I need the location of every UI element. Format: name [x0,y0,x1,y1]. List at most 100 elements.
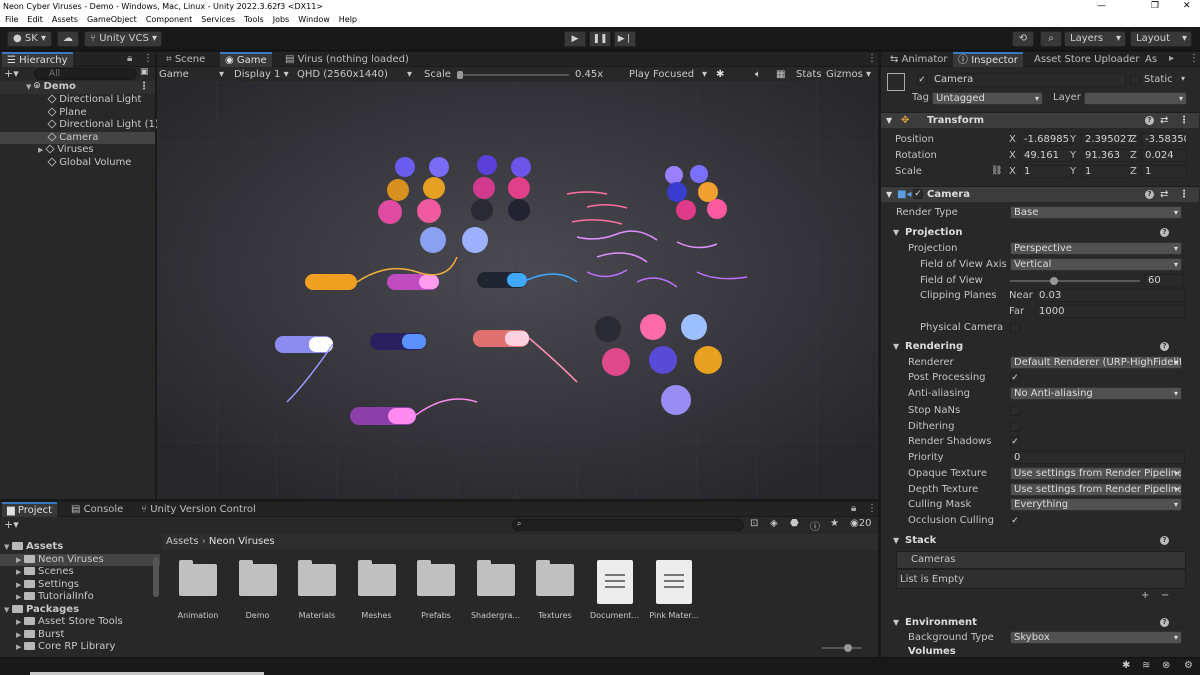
dithering-checkbox[interactable] [1010,422,1020,432]
help-icon[interactable]: ? [1160,342,1169,351]
position-x-field[interactable]: -1.68985 [1020,133,1072,146]
filter-icon[interactable]: ▣ [140,67,149,77]
asset-item[interactable]: Animation [168,560,228,620]
lock-icon[interactable]: 🔒︎ [127,53,132,64]
scale-y-field[interactable]: 1 [1081,165,1133,178]
scale-slider[interactable] [457,71,569,79]
favorite-icon[interactable]: ★ [830,518,839,529]
tab-virus[interactable]: ▤ Virus (nothing loaded) [280,52,414,67]
add-icon[interactable]: +▾ [4,67,19,80]
asset-item[interactable]: Pink Mater... [644,560,704,620]
tab-project[interactable]: ▆ Project [2,502,58,517]
post-processing-checkbox[interactable]: ✓ [1010,373,1020,383]
stats-button[interactable]: Stats [796,67,822,82]
render-shadows-checkbox[interactable]: ✓ [1010,437,1020,447]
opaque-texture-dropdown[interactable]: Use settings from Render Pipeline A [1010,467,1182,480]
hierarchy-item[interactable]: Directional Light [0,94,155,107]
scale-slider-handle[interactable] [457,71,463,79]
asset-item[interactable]: Materials [287,560,347,620]
tab-console[interactable]: ▤ Console [66,502,128,517]
menu-gameobject[interactable]: GameObject [87,13,137,27]
hidden-packages-icon[interactable]: ◉20 [850,518,871,529]
component-menu-icon[interactable]: ⋮ [1179,187,1189,202]
near-field[interactable]: 0.03 [1035,289,1185,302]
projection-section-row[interactable]: ▼ Projection ? [881,225,1199,241]
asset-item[interactable]: Meshes [347,560,407,620]
culling-mask-dropdown[interactable]: Everything [1010,498,1182,511]
add-list-item-icon[interactable]: + [1141,590,1149,601]
stack-status-icon[interactable]: ≋ [1142,660,1150,671]
stack-section-row[interactable]: ▼ Stack ? [881,533,1199,549]
preset-icon[interactable]: ⇄ [1160,113,1168,128]
project-tree-item[interactable]: ▶ TutorialInfo [0,591,160,604]
play-focused-dropdown[interactable]: Play Focused ▾ [629,67,707,82]
hierarchy-item-selected[interactable]: Camera [0,131,155,144]
hierarchy-search-input[interactable]: All [34,68,137,80]
layer-dropdown[interactable] [1084,92,1187,105]
hierarchy-item[interactable]: ▶ Viruses [0,144,155,157]
tab-asset-more[interactable]: As [1140,52,1162,67]
help-icon[interactable]: ? [1145,190,1154,199]
project-tree-item[interactable]: ▶ Burst [0,629,160,642]
tree-scrollbar[interactable] [153,557,159,597]
fov-slider[interactable] [1010,277,1140,285]
lock-icon[interactable]: 🔒︎ [851,503,856,514]
menu-file[interactable]: File [5,13,18,27]
breadcrumb-assets[interactable]: Assets [166,536,199,547]
cloud-icon[interactable]: ☁ [57,31,79,47]
physical-camera-checkbox[interactable] [1010,323,1020,333]
search-type-icon[interactable]: ⊡ [750,518,758,529]
hierarchy-item[interactable]: Directional Light (1) [0,119,159,132]
gizmos-dropdown[interactable]: Gizmos ▾ [826,67,871,82]
remove-list-item-icon[interactable]: − [1161,590,1169,601]
tab-scene[interactable]: ⌗ Scene [161,52,210,67]
menu-window[interactable]: Window [298,13,330,27]
tab-hierarchy[interactable]: ☰ Hierarchy [2,52,73,67]
position-z-field[interactable]: -3.58350 [1141,133,1187,146]
audio-icon[interactable]: 🔈︎ [755,67,761,82]
display-dropdown[interactable]: Display 1 ▾ [234,67,289,82]
rotation-z-field[interactable]: 0.024 [1141,149,1187,162]
occlusion-culling-checkbox[interactable]: ✓ [1010,516,1020,526]
project-tree-item[interactable]: ▶ Neon Viruses [0,553,160,566]
bug-icon[interactable]: ✱ [716,67,724,82]
more-icon[interactable]: ⋮ [867,503,877,514]
history-icon[interactable]: ⟲ [1012,31,1034,47]
help-icon[interactable]: ? [1160,618,1169,627]
tab-scroll-icon[interactable]: ▸ [1169,53,1174,64]
asset-item[interactable]: Textures [525,560,585,620]
renderer-dropdown[interactable]: Default Renderer (URP-HighFidelity [1010,356,1182,369]
grid-icon[interactable]: ▦ [776,67,785,82]
menu-help[interactable]: Help [339,13,357,27]
fov-field[interactable]: 60 [1144,274,1184,287]
object-name-field[interactable]: Camera [930,73,1126,87]
project-tree-item[interactable]: ▶ Asset Store Tools [0,616,160,629]
render-type-dropdown[interactable]: Base [1010,206,1182,219]
label-icon[interactable]: ⬣ [790,518,799,529]
step-button[interactable]: ▶❘ [614,31,636,47]
project-tree-item[interactable]: ▶ Scenes [0,566,160,579]
asset-item[interactable]: Shadergra... [466,560,526,620]
tab-asset-store-uploader[interactable]: Asset Store Uploader [1029,52,1144,67]
game-viewport[interactable] [157,82,878,499]
menu-jobs[interactable]: Jobs [273,13,290,27]
hierarchy-item[interactable]: Global Volume [0,157,155,170]
component-menu-icon[interactable]: ⋮ [1179,113,1189,128]
link-icon[interactable]: ⛓ [991,164,1002,180]
priority-field[interactable]: 0 [1010,451,1185,464]
rotation-x-field[interactable]: 49.161 [1020,149,1072,162]
camera-enabled-checkbox[interactable]: ✓ [913,189,923,199]
resolution-dropdown[interactable]: QHD (2560x1440) ▾ [297,67,412,82]
menu-edit[interactable]: Edit [27,13,43,27]
menu-assets[interactable]: Assets [52,13,78,27]
project-tree-item[interactable]: ▶ Core RP Library [0,641,160,654]
rendering-section-row[interactable]: ▼ Rendering ? [881,339,1199,355]
help-icon[interactable]: ? [1160,536,1169,545]
background-type-dropdown[interactable]: Skybox [1010,631,1182,644]
help-icon[interactable]: ? [1160,228,1169,237]
bug-status-icon[interactable]: ✱ [1122,660,1130,671]
tab-game[interactable]: ◉ Game [220,52,272,67]
anti-aliasing-dropdown[interactable]: No Anti-aliasing [1010,387,1182,400]
project-tree-item[interactable]: ▶ Settings [0,579,160,592]
scale-z-field[interactable]: 1 [1141,165,1187,178]
